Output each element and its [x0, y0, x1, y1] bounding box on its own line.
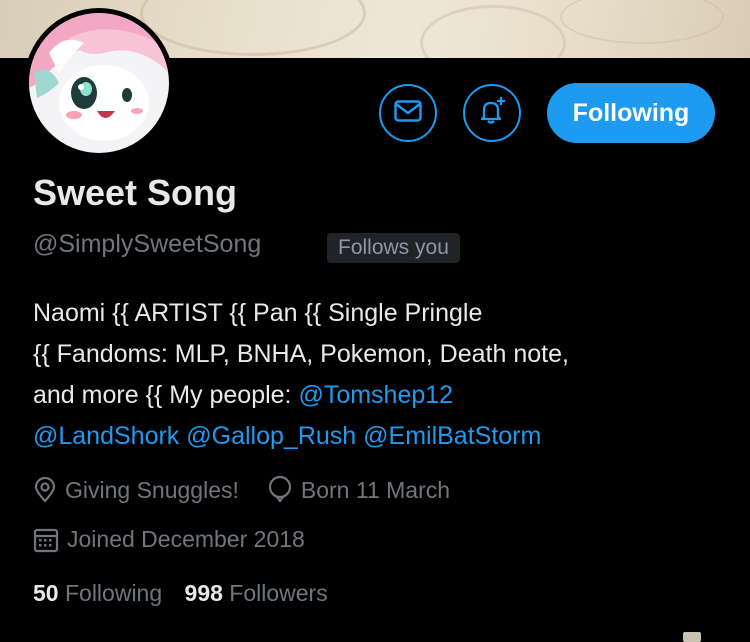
bio-text: and more {{ My people:: [33, 381, 299, 409]
followers-count: 998: [184, 580, 223, 606]
following-label: Following: [64, 580, 163, 606]
profile-handle: @SimplySweetSong: [33, 230, 262, 258]
follow-stats: 50 Following 998 Followers: [33, 580, 328, 607]
following-count: 50: [33, 580, 59, 606]
birthday-text: Born 11 March: [300, 476, 451, 503]
bio-line: and more {{ My people: @Tomshep12: [33, 375, 733, 416]
mention-link[interactable]: @LandShork: [33, 422, 179, 450]
bio-line: {{ Fandoms: MLP, BNHA, Pokemon, Death no…: [33, 340, 569, 368]
following-button[interactable]: Following: [547, 83, 715, 143]
avatar-image: [29, 13, 169, 153]
location-text: Giving Snuggles!: [65, 476, 239, 503]
followers-stat[interactable]: 998 Followers: [185, 580, 328, 606]
notification-button[interactable]: [463, 84, 521, 142]
bio-line: Naomi {{ ARTIST {{ Pan {{ Single Pringle: [33, 299, 483, 327]
joined-text: Joined December 2018: [67, 526, 305, 552]
joined-row: Joined December 2018: [33, 526, 305, 553]
followers-label: Followers: [229, 580, 328, 606]
mention-link[interactable]: @EmilBatStorm: [363, 422, 541, 450]
profile-bio: Naomi {{ ARTIST {{ Pan {{ Single Pringle…: [33, 293, 733, 457]
corner-decoration: [683, 632, 701, 642]
location-row: Giving Snuggles! Born 11 March: [33, 476, 450, 504]
calendar-icon: [33, 527, 59, 553]
bell-plus-icon: [477, 96, 507, 131]
profile-name: Sweet Song: [33, 172, 238, 213]
follows-you-badge: Follows you: [327, 233, 460, 263]
following-stat[interactable]: 50 Following: [33, 580, 162, 606]
envelope-icon: [394, 99, 422, 127]
mention-link[interactable]: @Gallop_Rush: [186, 422, 356, 450]
bio-line: @LandShork @Gallop_Rush @EmilBatStorm: [33, 416, 733, 457]
mention-link[interactable]: @Tomshep12: [298, 381, 453, 409]
balloon-icon: [267, 476, 293, 504]
message-button[interactable]: [379, 84, 437, 142]
location-pin-icon: [33, 477, 57, 503]
avatar[interactable]: [24, 8, 174, 158]
